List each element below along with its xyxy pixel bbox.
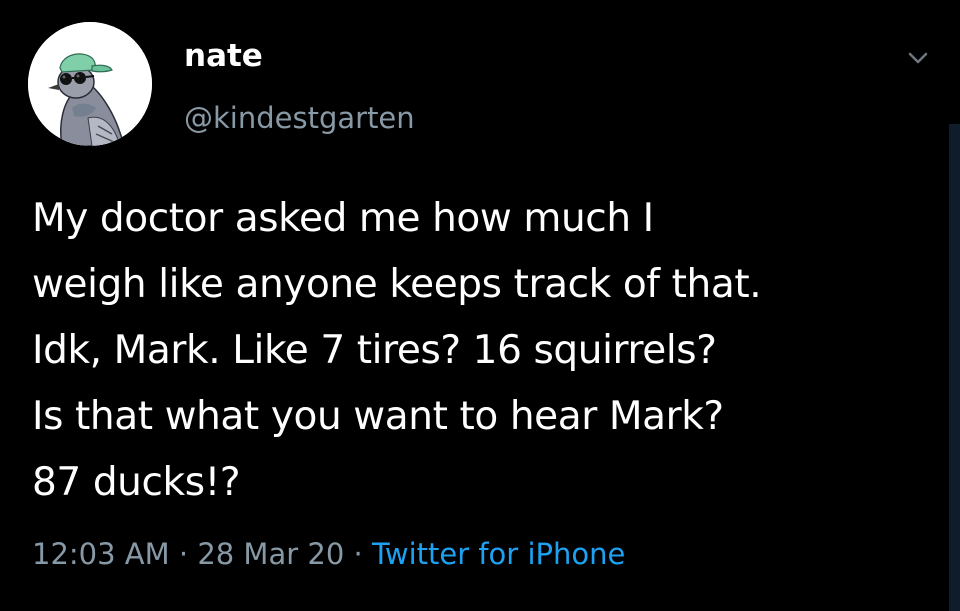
tweet-text-line: Is that what you want to hear Mark? [32, 394, 724, 439]
tweet-meta: 12:03 AM · 28 Mar 20 · Twitter for iPhon… [32, 534, 625, 574]
meta-separator: · [353, 537, 363, 571]
tweet-card: nate @kindestgarten My doctor asked me h… [0, 0, 960, 611]
user-handle[interactable]: @kindestgarten [184, 98, 415, 138]
tweet-text: My doctor asked me how much I weigh like… [32, 186, 932, 516]
tweet-text-line: My doctor asked me how much I [32, 196, 654, 241]
tweet-text-line: weigh like anyone keeps track of that. [32, 262, 762, 307]
tweet-text-line: 87 ducks!? [32, 460, 241, 505]
chevron-down-icon[interactable] [898, 44, 938, 74]
meta-separator: · [178, 537, 189, 571]
tweet-time[interactable]: 12:03 AM [32, 537, 170, 571]
tweet-source-link[interactable]: Twitter for iPhone [372, 537, 625, 571]
display-name[interactable]: nate [184, 36, 263, 76]
pigeon-avatar-icon [28, 22, 152, 146]
avatar[interactable] [28, 22, 152, 146]
tweet-date[interactable]: 28 Mar 20 [197, 537, 344, 571]
tweet-text-line: Idk, Mark. Like 7 tires? 16 squirrels? [32, 328, 717, 373]
scrollbar[interactable] [949, 124, 960, 611]
